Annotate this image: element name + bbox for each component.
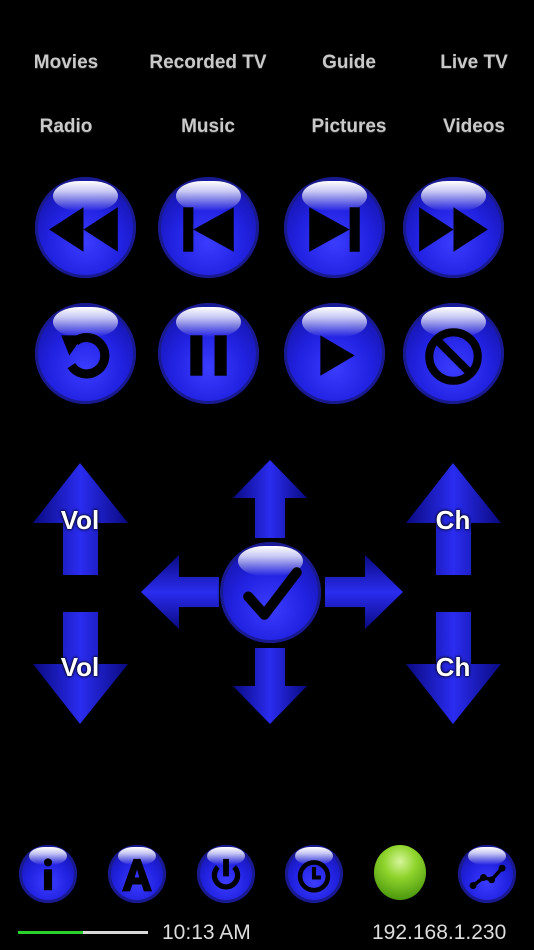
fast-forward-button[interactable] xyxy=(403,177,504,278)
dpad-left-button[interactable] xyxy=(141,555,219,629)
clock-time: 10:13 AM xyxy=(162,921,251,944)
nav-radio[interactable]: Radio xyxy=(40,116,93,138)
skip-forward-icon xyxy=(309,207,360,252)
stop-icon xyxy=(425,328,482,385)
dpad-down-button[interactable] xyxy=(233,648,307,724)
fast-forward-icon xyxy=(419,207,488,252)
replay-icon xyxy=(61,333,110,379)
nav-guide[interactable]: Guide xyxy=(322,52,376,74)
skip-forward-button[interactable] xyxy=(284,177,385,278)
replay-button[interactable] xyxy=(35,303,136,404)
play-icon xyxy=(320,335,355,376)
rewind-icon xyxy=(49,207,118,252)
progress-fill xyxy=(18,931,83,934)
aspect-button[interactable] xyxy=(108,845,166,903)
nav-music[interactable]: Music xyxy=(181,116,235,138)
pause-button[interactable] xyxy=(158,303,259,404)
progress-bar xyxy=(18,931,148,934)
letter-a-icon xyxy=(121,858,153,892)
status-light-icon xyxy=(374,845,426,900)
dpad-right-button[interactable] xyxy=(325,555,403,629)
volume-up-label: Vol xyxy=(60,505,100,535)
info-button[interactable] xyxy=(19,845,77,903)
nav-movies[interactable]: Movies xyxy=(34,52,98,74)
play-button[interactable] xyxy=(284,303,385,404)
nav-recorded-tv[interactable]: Recorded TV xyxy=(149,52,266,74)
stop-button[interactable] xyxy=(403,303,504,404)
nav-live-tv[interactable]: Live TV xyxy=(440,52,508,74)
nav-videos[interactable]: Videos xyxy=(443,116,505,138)
pause-icon xyxy=(190,335,227,376)
connection-icon xyxy=(469,864,506,890)
nav-pictures[interactable]: Pictures xyxy=(312,116,387,138)
skip-back-button[interactable] xyxy=(158,177,259,278)
connection-button[interactable] xyxy=(458,845,516,903)
channel-up-label: Ch xyxy=(435,505,471,535)
timer-button[interactable] xyxy=(285,845,343,903)
power-button[interactable] xyxy=(197,845,255,903)
clock-icon xyxy=(297,860,331,893)
rewind-button[interactable] xyxy=(35,177,136,278)
power-icon xyxy=(211,858,241,890)
server-ip: 192.168.1.230 xyxy=(372,921,507,944)
skip-back-icon xyxy=(183,207,234,252)
checkmark-icon xyxy=(243,567,302,620)
ok-button[interactable] xyxy=(220,542,321,643)
volume-down-label: Vol xyxy=(60,652,100,682)
info-icon xyxy=(43,858,53,891)
channel-down-label: Ch xyxy=(435,652,471,682)
dpad-up-button[interactable] xyxy=(233,460,307,538)
